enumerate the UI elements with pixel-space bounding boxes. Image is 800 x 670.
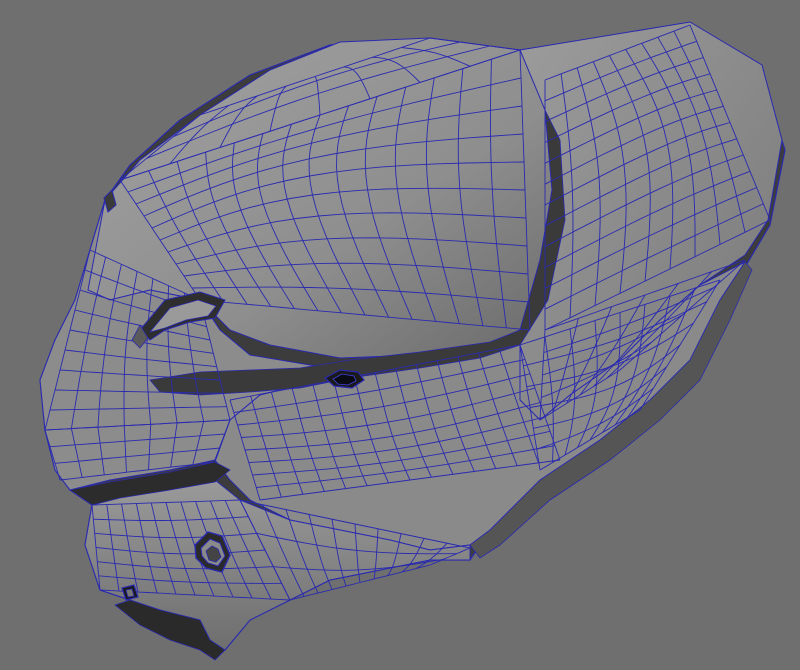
head-mesh-model[interactable] bbox=[0, 0, 800, 670]
3d-viewport[interactable] bbox=[0, 0, 800, 670]
